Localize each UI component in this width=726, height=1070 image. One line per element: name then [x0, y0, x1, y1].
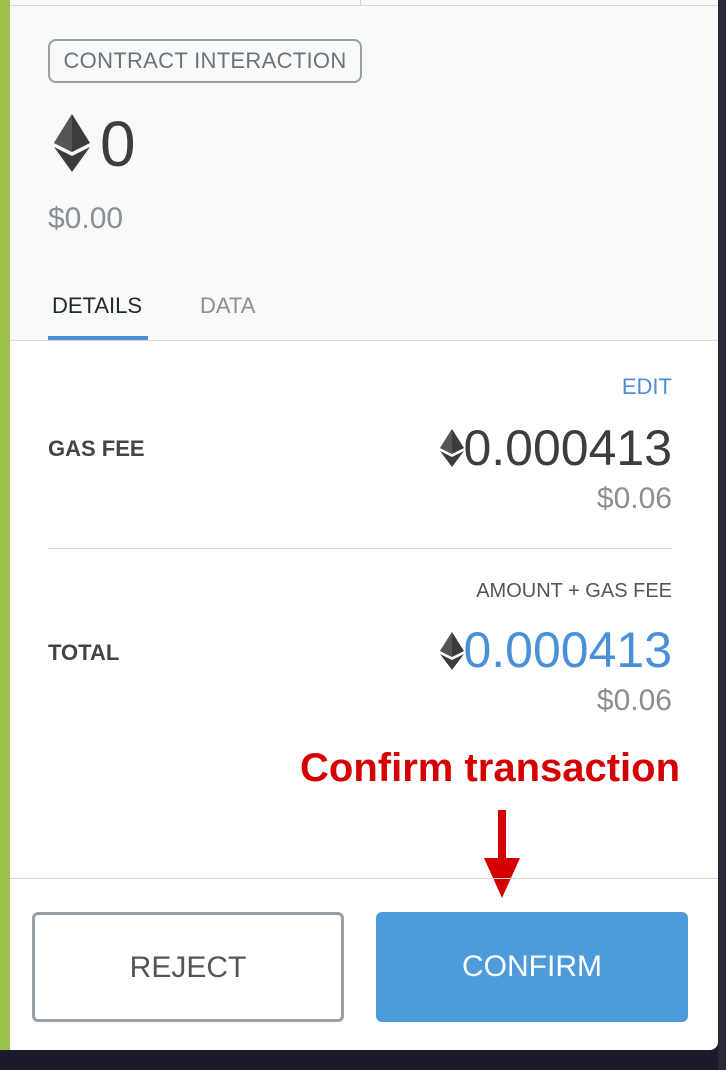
total-label: TOTAL	[48, 640, 120, 665]
eth-icon	[440, 429, 464, 467]
row-divider	[48, 548, 672, 549]
total-eth: 0.000413	[463, 622, 672, 678]
down-arrow-icon	[484, 810, 520, 898]
footer-divider	[10, 878, 718, 879]
amount-plus-gas-caption: AMOUNT + GAS FEE	[476, 580, 672, 602]
confirm-transaction-annotation: Confirm transaction	[300, 746, 681, 790]
confirm-button[interactable]: CONFIRM	[376, 912, 688, 1022]
eth-icon	[54, 114, 90, 172]
transaction-amount: 0	[100, 108, 136, 180]
gas-fee-label: GAS FEE	[48, 436, 145, 461]
tab-data[interactable]: DATA	[200, 292, 255, 320]
edit-gas-link[interactable]: EDIT	[622, 374, 672, 400]
header-divider	[360, 0, 361, 5]
total-fiat: $0.06	[596, 684, 672, 717]
contract-interaction-badge: CONTRACT INTERACTION	[48, 39, 362, 83]
active-tab-indicator	[48, 336, 148, 340]
transaction-summary: CONTRACT INTERACTION 0 $0.00 DETAILS DAT…	[10, 6, 718, 341]
tab-details[interactable]: DETAILS	[52, 292, 142, 320]
background-edge	[718, 0, 726, 1070]
gas-fee-fiat: $0.06	[596, 482, 672, 515]
gas-fee-eth: 0.000413	[463, 420, 672, 476]
eth-icon	[440, 632, 464, 670]
transaction-fiat: $0.00	[48, 202, 124, 235]
confirm-transaction-popup: CONTRACT INTERACTION 0 $0.00 DETAILS DAT…	[10, 0, 718, 1050]
side-strip	[0, 0, 10, 1050]
reject-button[interactable]: REJECT	[32, 912, 344, 1022]
